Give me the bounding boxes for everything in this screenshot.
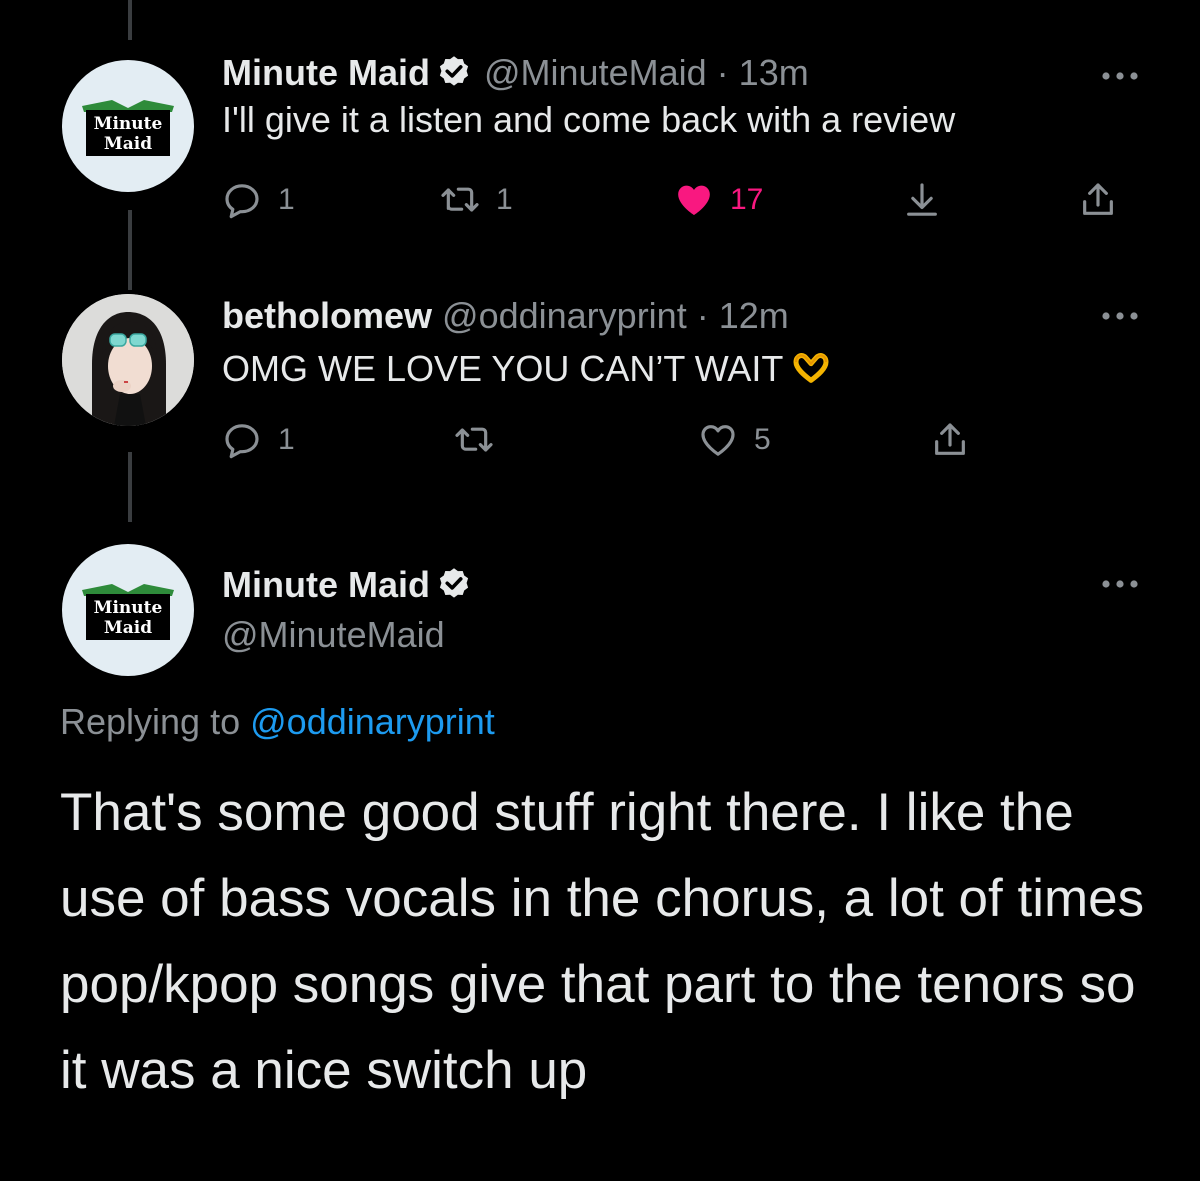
author-name[interactable]: Minute Maid: [222, 564, 430, 605]
tweet-betholomew-reply[interactable]: betholomew @oddinaryprint · 12m OMG WE L…: [222, 295, 1160, 391]
thread-line-bottom: [128, 452, 132, 522]
more-options-icon[interactable]: [1100, 578, 1140, 590]
tweet-actions-bar: 1 5: [222, 416, 982, 464]
retweet-button[interactable]: [454, 416, 510, 464]
reply-icon: [225, 184, 259, 219]
like-icon: [701, 425, 735, 456]
retweet-count: 1: [496, 183, 513, 216]
author-name[interactable]: betholomew: [222, 295, 432, 336]
like-count: 17: [730, 183, 764, 216]
tweet-timestamp[interactable]: 12m: [719, 295, 789, 336]
like-button[interactable]: 5: [698, 416, 771, 464]
reply-button[interactable]: 1: [222, 416, 295, 464]
author-handle[interactable]: @MinuteMaid: [222, 614, 1160, 656]
profile-photo: [62, 294, 194, 426]
share-button[interactable]: [930, 416, 970, 464]
reply-count: 1: [278, 423, 295, 456]
retweet-button[interactable]: 1: [440, 176, 513, 224]
reply-icon: [225, 424, 259, 459]
author-name-row: Minute Maid: [222, 564, 1160, 606]
verified-badge-icon: [439, 56, 469, 86]
thread-line-top: [128, 0, 132, 40]
tweet-text-row: OMG WE LOVE YOU CAN’T WAIT: [222, 347, 1160, 391]
tweet-header: Minute Maid @MinuteMaid · 13m: [222, 52, 1160, 94]
svg-text:Minute: Minute: [94, 598, 163, 618]
download-icon: [907, 183, 937, 216]
like-icon: [678, 185, 710, 215]
more-options-icon[interactable]: [1100, 310, 1140, 322]
tweet-header: betholomew @oddinaryprint · 12m: [222, 295, 1160, 337]
svg-text:Maid: Maid: [104, 134, 152, 154]
betholomew-avatar[interactable]: [62, 294, 194, 426]
replying-to-mention-link[interactable]: @oddinaryprint: [250, 701, 495, 742]
separator-dot: ·: [696, 295, 709, 336]
download-button[interactable]: [902, 176, 942, 224]
replying-to-line: Replying to @oddinaryprint: [60, 700, 495, 744]
reply-button[interactable]: 1: [222, 176, 295, 224]
like-count: 5: [754, 423, 771, 456]
tweet-text: OMG WE LOVE YOU CAN’T WAIT: [222, 348, 784, 389]
svg-text:Maid: Maid: [104, 618, 152, 638]
verified-badge-icon: [439, 568, 469, 598]
share-icon: [1083, 183, 1113, 215]
tweet-minute-maid-reply[interactable]: Minute Maid @MinuteMaid · 13m I'll give …: [222, 52, 1160, 142]
main-tweet-author[interactable]: Minute Maid @MinuteMaid: [222, 564, 1160, 656]
minute-maid-logo: Minute Maid: [82, 584, 174, 640]
tweet-text: I'll give it a listen and come back with…: [222, 99, 956, 140]
heart-hands-emoji: [793, 353, 829, 383]
share-icon: [935, 423, 965, 455]
share-button[interactable]: [1078, 176, 1118, 224]
replying-to-label: Replying to: [60, 701, 241, 742]
retweet-icon: [441, 187, 479, 212]
author-handle[interactable]: @oddinaryprint: [442, 295, 687, 336]
tweet-actions-bar: 1 1 17: [222, 176, 1122, 224]
svg-text:Minute: Minute: [94, 114, 163, 134]
thread-line-middle: [128, 210, 132, 290]
more-options-icon[interactable]: [1100, 70, 1140, 82]
minute-maid-logo: Minute Maid: [82, 100, 174, 156]
author-name[interactable]: Minute Maid: [222, 52, 430, 93]
reply-count: 1: [278, 183, 295, 216]
like-button[interactable]: 17: [674, 176, 763, 224]
retweet-icon: [455, 427, 493, 452]
author-handle[interactable]: @MinuteMaid: [484, 52, 707, 93]
separator-dot: ·: [716, 52, 729, 93]
tweet-timestamp[interactable]: 13m: [739, 52, 809, 93]
minute-maid-avatar[interactable]: Minute Maid: [62, 544, 194, 676]
minute-maid-avatar[interactable]: Minute Maid: [62, 60, 194, 192]
main-tweet-text: That's some good stuff right there. I li…: [60, 783, 1145, 1100]
